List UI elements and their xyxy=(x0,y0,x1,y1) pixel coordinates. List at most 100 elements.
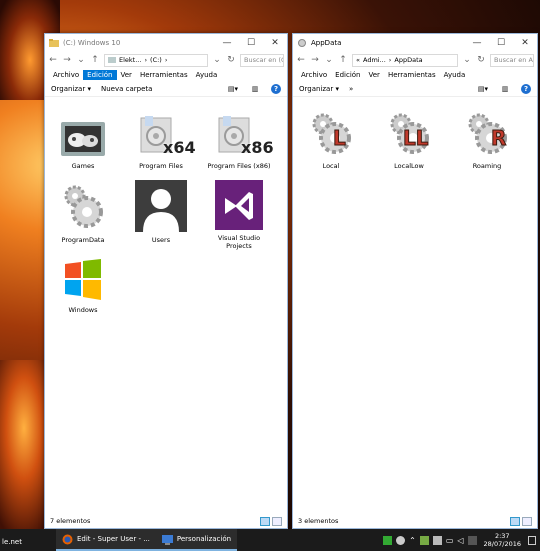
dropdown-chevron-icon[interactable]: ⌄ xyxy=(212,55,222,65)
menu-ver[interactable]: Ver xyxy=(117,70,136,80)
tray-chat-icon[interactable] xyxy=(432,535,442,545)
back-arrow-icon[interactable]: ← xyxy=(48,55,58,65)
folder-item-local[interactable]: L Local xyxy=(299,108,363,170)
folder-item-programdata[interactable]: ProgramData xyxy=(51,180,115,244)
badge-x64: x64 xyxy=(163,138,196,157)
taskbar: Edit - Super User - ... Personalización … xyxy=(0,529,540,551)
windows-logo-icon xyxy=(65,259,101,300)
breadcrumb-item[interactable]: AppData xyxy=(394,56,422,64)
folder-item-visual-studio-projects[interactable]: Visual Studio Projects xyxy=(207,180,271,250)
close-button[interactable]: ✕ xyxy=(263,34,287,52)
preview-pane-icon[interactable]: ▥ xyxy=(249,83,261,94)
folder-item-locallow[interactable]: LL LocalLow xyxy=(377,108,441,170)
address-bar: ← → ⌄ ↑ « Admi... › AppData ⌄ ↻ Buscar e… xyxy=(293,52,537,68)
item-label: Program Files xyxy=(139,162,183,170)
menu-herramientas[interactable]: Herramientas xyxy=(136,70,192,80)
refresh-icon[interactable]: ↻ xyxy=(226,55,236,65)
clock-date: 28/07/2016 xyxy=(483,540,521,548)
up-arrow-icon[interactable]: ↑ xyxy=(90,55,100,65)
firefox-icon xyxy=(62,534,73,544)
folder-item-program-files[interactable]: x64 Program Files xyxy=(129,112,196,170)
item-label: Visual Studio Projects xyxy=(217,234,261,250)
menu-bar: Archivo Edición Ver Herramientas Ayuda xyxy=(45,68,287,81)
back-arrow-icon[interactable]: ← xyxy=(296,55,306,65)
search-input[interactable]: Buscar en (C:) xyxy=(240,53,284,67)
dropdown-chevron-icon[interactable]: ⌄ xyxy=(462,55,472,65)
folder-item-roaming[interactable]: R Roaming xyxy=(455,108,519,170)
details-view-icon[interactable] xyxy=(260,516,270,526)
maximize-button[interactable]: ☐ xyxy=(239,34,263,52)
tray-chevron-icon[interactable]: ⌃ xyxy=(409,536,416,545)
up-arrow-icon[interactable]: ↑ xyxy=(338,55,348,65)
path-input[interactable]: « Admi... › AppData xyxy=(352,53,458,67)
item-count: 7 elementos xyxy=(50,517,91,525)
search-input[interactable]: Buscar en Ap xyxy=(490,53,534,67)
taskbar-app-personalizacion[interactable]: Personalización xyxy=(155,529,238,551)
large-icons-view-icon[interactable] xyxy=(272,516,282,526)
badge-x86: x86 xyxy=(241,138,274,157)
drive-icon xyxy=(108,57,116,63)
language-icon[interactable] xyxy=(467,535,477,545)
menu-herramientas[interactable]: Herramientas xyxy=(384,70,440,80)
preview-pane-icon[interactable]: ▥ xyxy=(499,83,511,94)
maximize-button[interactable]: ☐ xyxy=(489,34,513,52)
path-input[interactable]: Elekt... › (C:) › xyxy=(104,53,208,67)
refresh-icon[interactable]: ↻ xyxy=(476,55,486,65)
folder-item-program-files-x86[interactable]: x86 Program Files (x86) xyxy=(207,112,274,170)
action-center-icon[interactable] xyxy=(528,535,536,545)
folder-item-users[interactable]: Users xyxy=(129,180,193,244)
recent-chevron-icon[interactable]: ⌄ xyxy=(76,55,86,65)
large-icons-view-icon[interactable] xyxy=(522,516,532,526)
tray-app-icon[interactable] xyxy=(419,535,429,545)
menu-ver[interactable]: Ver xyxy=(365,70,384,80)
games-folder-icon xyxy=(61,122,105,156)
tray-shield-icon[interactable] xyxy=(396,535,406,545)
menu-bar: Archivo Edición Ver Herramientas Ayuda xyxy=(293,68,537,81)
organize-button[interactable]: Organizar ▾ xyxy=(299,85,339,93)
minimize-button[interactable]: — xyxy=(465,34,489,52)
breadcrumb-item[interactable]: (C:) xyxy=(150,56,162,64)
clock[interactable]: 2:37 28/07/2016 xyxy=(481,532,524,548)
folder-item-windows[interactable]: Windows xyxy=(51,258,115,314)
volume-icon[interactable]: ◁ xyxy=(457,536,463,545)
menu-archivo[interactable]: Archivo xyxy=(297,70,331,80)
menu-archivo[interactable]: Archivo xyxy=(49,70,83,80)
breadcrumb-item[interactable]: Elekt... xyxy=(119,56,141,64)
badge-locallow: LL xyxy=(403,126,429,151)
network-icon[interactable]: ▭ xyxy=(446,536,454,545)
taskbar-app-firefox[interactable]: Edit - Super User - ... xyxy=(56,529,156,551)
close-button[interactable]: ✕ xyxy=(513,34,537,52)
menu-ayuda[interactable]: Ayuda xyxy=(192,70,222,80)
forward-arrow-icon[interactable]: → xyxy=(62,55,72,65)
forward-arrow-icon[interactable]: → xyxy=(310,55,320,65)
status-bar: 7 elementos xyxy=(45,514,287,528)
menu-edicion[interactable]: Edición xyxy=(331,70,364,80)
details-view-icon[interactable] xyxy=(510,516,520,526)
folder-item-games[interactable]: Games xyxy=(51,118,115,170)
help-icon[interactable]: ? xyxy=(271,83,281,94)
left-titlebar[interactable]: (C:) Windows 10 — ☐ ✕ xyxy=(45,34,287,52)
new-folder-button[interactable]: Nueva carpeta xyxy=(101,85,152,93)
right-explorer-window: AppData — ☐ ✕ ← → ⌄ ↑ « Admi... › AppDat… xyxy=(292,33,538,529)
breadcrumb-item[interactable]: Admi... xyxy=(363,56,386,64)
minimize-button[interactable]: — xyxy=(215,34,239,52)
left-explorer-window: (C:) Windows 10 — ☐ ✕ ← → ⌄ ↑ Elekt... ›… xyxy=(44,33,288,529)
personalization-icon xyxy=(161,534,173,545)
view-options-icon[interactable]: ▤▾ xyxy=(227,83,239,94)
tray-green-icon[interactable] xyxy=(383,535,393,545)
gear-folder-icon xyxy=(312,113,351,154)
badge-local: L xyxy=(333,126,347,151)
help-icon[interactable]: ? xyxy=(521,83,531,94)
system-tray: ⌃ ▭ ◁ 2:37 28/07/2016 xyxy=(383,532,540,548)
recent-chevron-icon[interactable]: ⌄ xyxy=(324,55,334,65)
menu-ayuda[interactable]: Ayuda xyxy=(440,70,470,80)
right-titlebar[interactable]: AppData — ☐ ✕ xyxy=(293,34,537,52)
view-options-icon[interactable]: ▤▾ xyxy=(477,83,489,94)
organize-button[interactable]: Organizar ▾ xyxy=(51,85,91,93)
more-commands-button[interactable]: » xyxy=(349,85,353,93)
command-bar: Organizar ▾ » ▤▾ ▥ ? xyxy=(293,81,537,97)
breadcrumb-overflow[interactable]: « xyxy=(356,56,360,64)
menu-edicion[interactable]: Edición xyxy=(83,69,117,80)
item-label: Games xyxy=(71,162,95,170)
item-count: 3 elementos xyxy=(298,517,339,525)
